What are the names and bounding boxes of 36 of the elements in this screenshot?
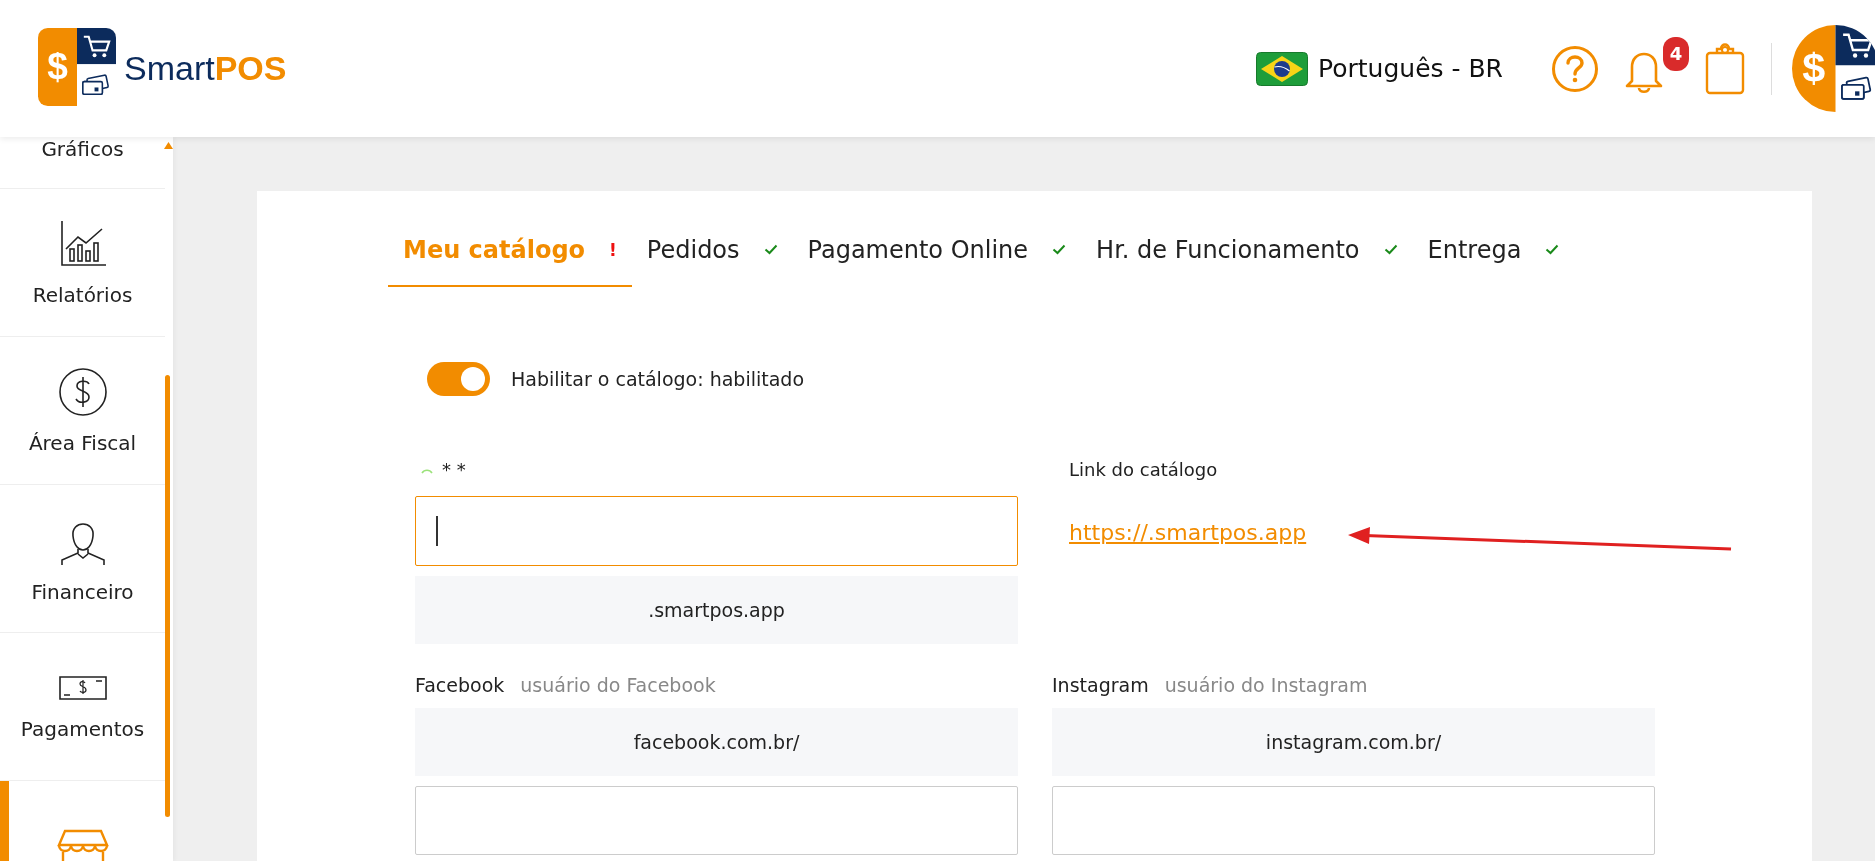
tab[interactable]: Pagamento Online (792, 214, 1082, 287)
tab[interactable]: Pedidos (631, 214, 793, 287)
language-selector[interactable]: Português - BR (1318, 54, 1503, 83)
tab[interactable]: Meu catálogo ! (388, 214, 632, 287)
check-icon (1545, 244, 1560, 255)
tab[interactable]: Hr. de Funcionamento (1081, 214, 1413, 287)
check-icon (1052, 244, 1067, 255)
subdomain-input[interactable] (415, 496, 1018, 566)
catalog-toggle[interactable] (427, 362, 490, 396)
warning-mark: ! (609, 239, 617, 260)
input-field[interactable] (1052, 786, 1655, 855)
tab[interactable]: Entrega (1412, 214, 1575, 287)
notification-badge: 4 (1663, 36, 1689, 71)
input-field[interactable] (415, 786, 1018, 855)
dollar-coin-icon (57, 366, 108, 417)
sidebar-item[interactable]: Relatórios (0, 189, 165, 337)
help-icon[interactable] (1551, 44, 1599, 93)
field-label: Facebook (415, 674, 505, 696)
field-label: Link do catálogo (1069, 458, 1218, 480)
field-hint: usuário do Facebook (520, 674, 716, 696)
field-hint: usuário do Instagram (1164, 674, 1368, 696)
flag-icon[interactable] (1256, 51, 1309, 86)
text-cursor (436, 516, 438, 546)
clipboard-icon[interactable] (1705, 42, 1745, 95)
field-label: * * (442, 458, 466, 480)
scroll-up-icon[interactable] (164, 142, 173, 149)
field-label: Instagram (1052, 674, 1149, 696)
url-prefix: facebook.com.br/ (415, 708, 1018, 776)
check-icon (763, 244, 778, 255)
toggle-label: Habilitar o catálogo: habilitado (511, 368, 804, 390)
url-prefix: instagram.com.br/ (1052, 708, 1655, 776)
sidebar-item[interactable]: Gráficos (0, 137, 165, 189)
check-icon (1383, 244, 1398, 255)
brand-name: SmartPOS (124, 49, 287, 88)
domain-suffix: .smartpos.app (415, 576, 1018, 644)
scrollbar[interactable] (165, 375, 170, 817)
